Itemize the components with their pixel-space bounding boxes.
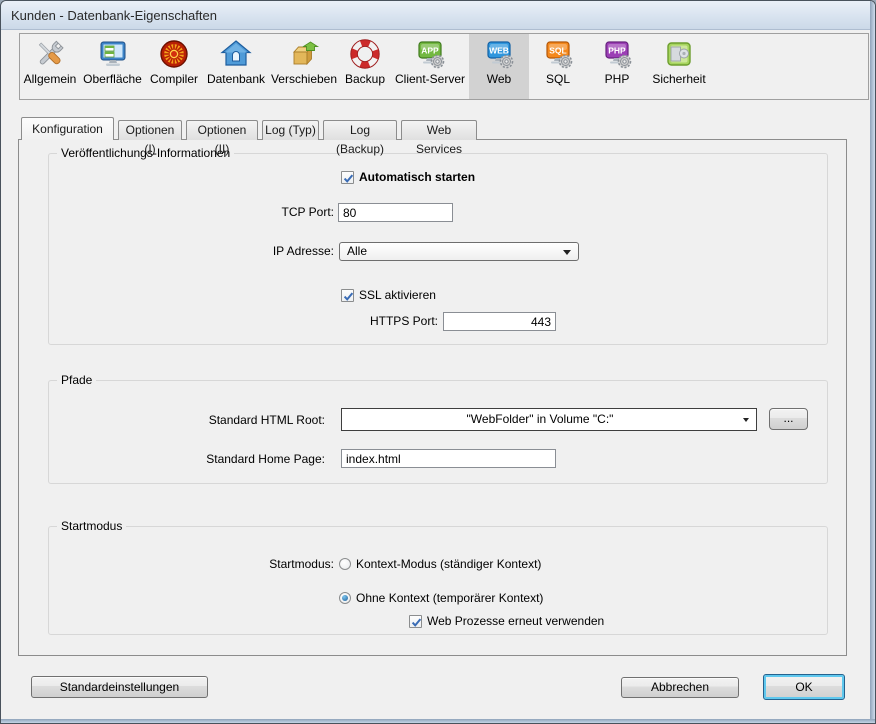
home-page-input[interactable] [341,449,556,468]
reuse-processes-row: Web Prozesse erneut verwenden [409,614,604,628]
toolbar-item-client-server[interactable]: APP Client-Server [391,34,469,99]
autostart-checkbox[interactable] [341,171,354,184]
no-context-radio[interactable] [339,592,351,604]
toolbar-item-verschieben[interactable]: Verschieben [269,34,339,99]
no-context-label: Ohne Kontext (temporärer Kontext) [356,591,543,605]
toolbar-item-web[interactable]: WEB Web [469,34,529,99]
group-title: Pfade [57,373,96,387]
toolbar-item-allgemein[interactable]: Allgemein [20,34,80,99]
dialog-window: Kunden - Datenbank-Eigenschaften Allgeme… [0,0,876,724]
toolbar-item-label: Web [487,72,511,86]
toolbar-item-label: Client-Server [395,72,465,86]
toolbar-item-label: Allgemein [24,72,77,86]
toolbar-item-label: Compiler [150,72,198,86]
toolbar-item-sql[interactable]: SQL SQL [529,34,587,99]
titlebar[interactable]: Kunden - Datenbank-Eigenschaften [1,1,875,30]
tools-icon [34,38,66,70]
window-frame-bottom [1,719,875,723]
web-server-icon: WEB [483,38,515,70]
toolbar-item-backup[interactable]: Backup [339,34,391,99]
ok-button[interactable]: OK [763,674,845,700]
html-root-value: "WebFolder" in Volume "C:" [342,409,738,430]
lifesaver-icon [349,38,381,70]
check-icon [342,172,355,185]
tab-optionen-1[interactable]: Optionen (I) [118,120,182,140]
toolbar-item-sicherheit[interactable]: Sicherheit [647,34,711,99]
reuse-processes-label: Web Prozesse erneut verwenden [427,614,604,628]
toolbar-item-compiler[interactable]: Compiler [145,34,203,99]
home-page-label: Standard Home Page: [92,452,325,467]
ssl-checkbox[interactable] [341,289,354,302]
radio-dot [342,595,348,601]
compiler-wheel-icon [158,38,190,70]
sql-server-icon: SQL [542,38,574,70]
ssl-label: SSL aktivieren [359,288,436,302]
svg-text:APP: APP [421,46,439,56]
toolbar-item-datenbank[interactable]: Datenbank [203,34,269,99]
app-server-icon: APP [414,38,446,70]
tab-optionen-2[interactable]: Optionen (II) [186,120,258,140]
tab-strip: Konfiguration Optionen (I) Optionen (II)… [21,117,481,140]
context-mode-row: Kontext-Modus (ständiger Kontext) [339,557,541,571]
context-mode-radio[interactable] [339,558,351,570]
toolbar-item-oberflaeche[interactable]: Oberfläche [80,34,145,99]
toolbar-item-label: PHP [605,72,630,86]
html-root-label: Standard HTML Root: [92,413,325,428]
svg-text:WEB: WEB [489,46,509,56]
safe-icon [663,38,695,70]
browse-button[interactable]: ... [769,408,808,430]
toolbar-item-label: Datenbank [207,72,265,86]
window-frame-right [870,1,875,723]
toolbar-item-label: Sicherheit [652,72,705,86]
interface-monitor-icon [97,38,129,70]
window-title: Kunden - Datenbank-Eigenschaften [11,1,217,30]
autostart-row: Automatisch starten [341,170,475,184]
reuse-processes-checkbox[interactable] [409,615,422,628]
tcp-port-input[interactable] [338,203,453,222]
https-port-label: HTTPS Port: [205,314,438,329]
chevron-down-icon [563,250,571,255]
settings-toolbar: Allgemein Oberfläche [19,33,869,100]
toolbar-item-label: Backup [345,72,385,86]
chevron-down-icon [743,418,749,422]
toolbar-item-php[interactable]: PHP PHP [587,34,647,99]
toolbar-item-label: SQL [546,72,570,86]
toolbar-item-label: Verschieben [271,72,337,86]
toolbar-item-label: Oberfläche [83,72,142,86]
autostart-label: Automatisch starten [359,170,475,184]
defaults-button[interactable]: Standardeinstellungen [31,676,208,698]
ssl-row: SSL aktivieren [341,288,436,302]
context-mode-label: Kontext-Modus (ständiger Kontext) [356,557,541,571]
ip-address-value: Alle [347,243,367,260]
move-box-icon [288,38,320,70]
svg-text:SQL: SQL [549,46,566,56]
group-title: Startmodus [57,519,126,533]
tab-konfiguration[interactable]: Konfiguration [21,117,114,140]
startmode-label: Startmodus: [101,557,334,572]
ip-address-label: IP Adresse: [101,244,334,259]
php-server-icon: PHP [601,38,633,70]
ip-address-dropdown[interactable]: Alle [339,242,579,261]
check-icon [410,616,423,629]
svg-text:PHP: PHP [608,46,626,56]
https-port-input[interactable] [443,312,556,331]
html-root-dropdown[interactable]: "WebFolder" in Volume "C:" [341,408,757,431]
tcp-port-label: TCP Port: [101,205,334,220]
no-context-row: Ohne Kontext (temporärer Kontext) [339,591,543,605]
tab-log-backup[interactable]: Log (Backup) [323,120,397,140]
check-icon [342,290,355,303]
cancel-button[interactable]: Abbrechen [621,677,739,698]
group-paths: Pfade [48,380,828,484]
database-home-icon [220,38,252,70]
tab-web-services[interactable]: Web Services [401,120,477,140]
tab-log-typ[interactable]: Log (Typ) [262,120,319,140]
